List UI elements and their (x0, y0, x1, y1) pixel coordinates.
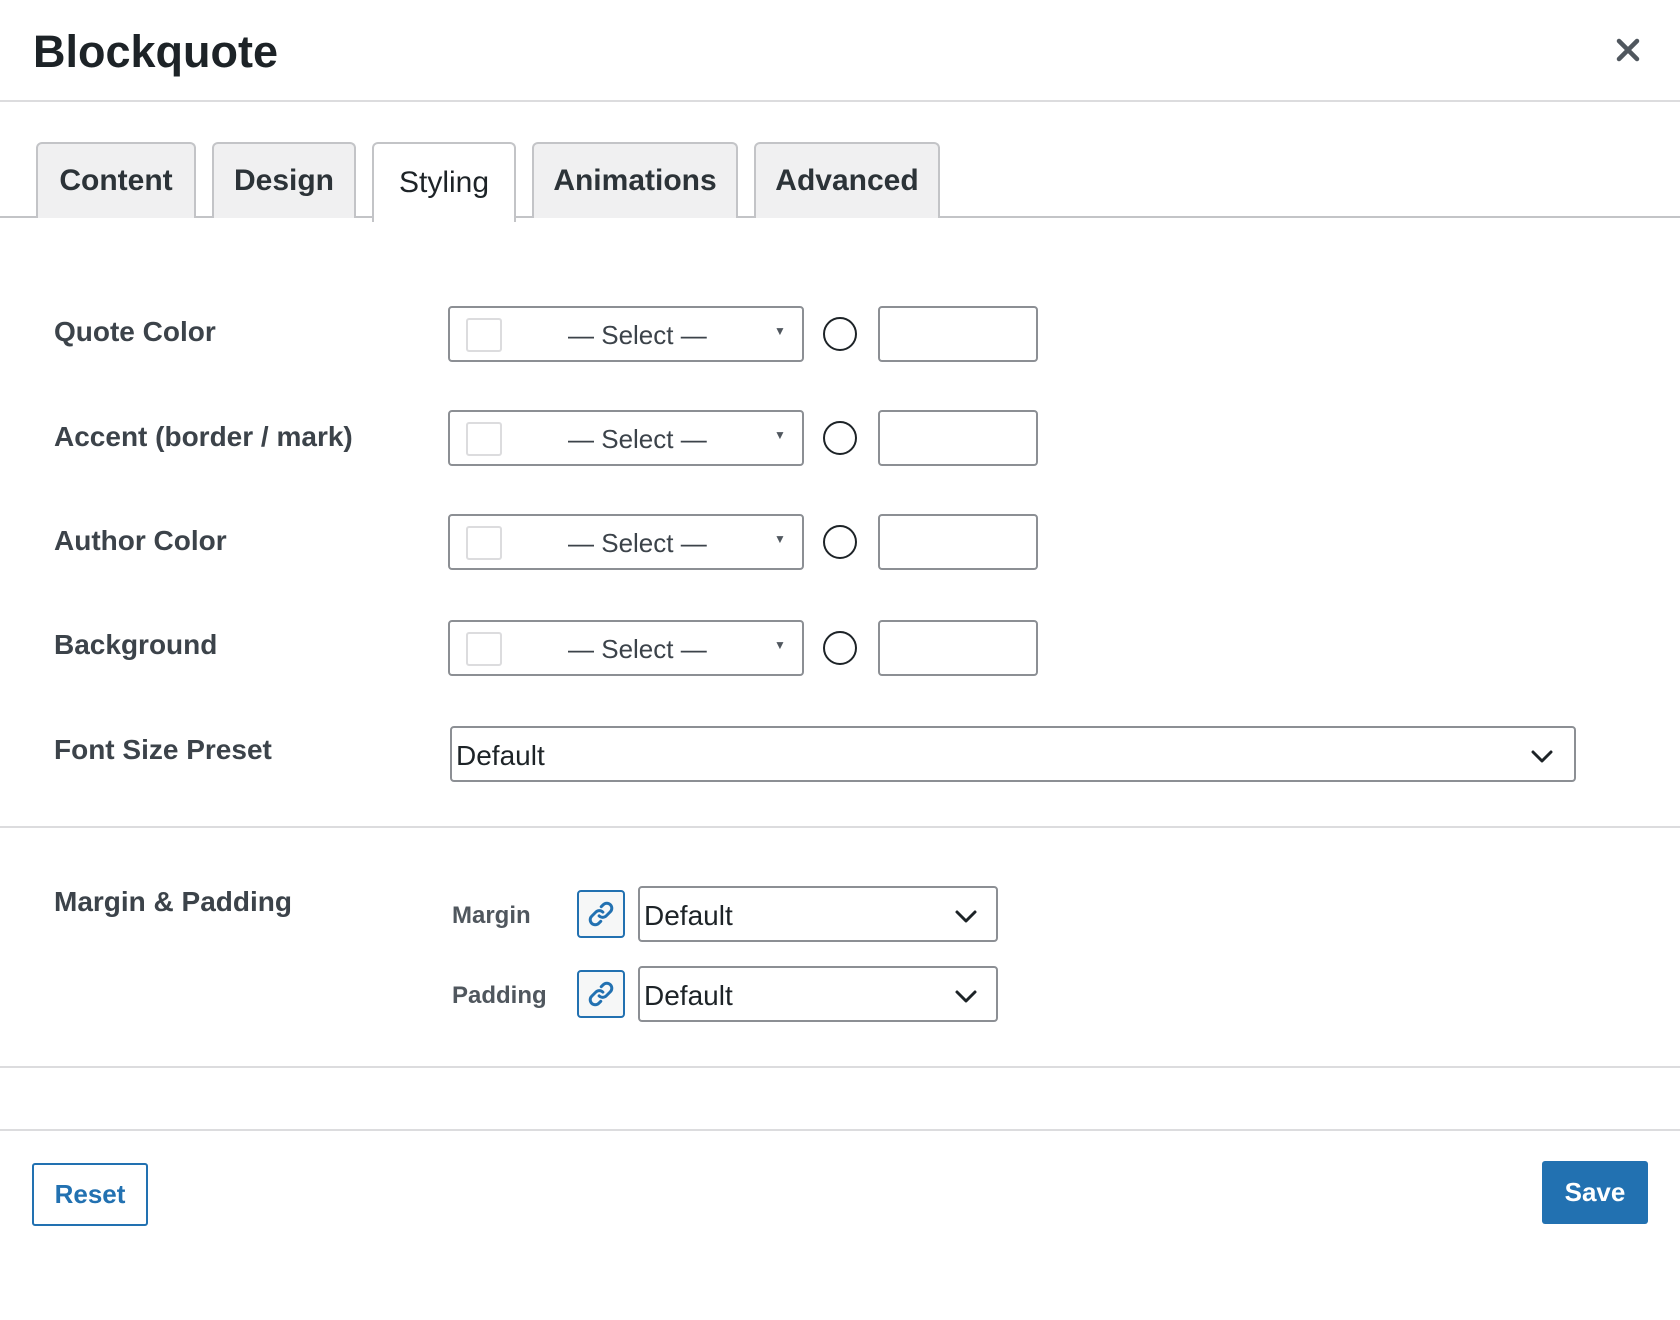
color-swatch (466, 632, 502, 666)
select-placeholder: — Select — (568, 634, 707, 664)
accent-color-select[interactable]: — Select — ▼ (448, 410, 804, 466)
background-color-radio[interactable] (823, 631, 857, 665)
blockquote-dialog: Blockquote Content Design Styling Animat… (0, 0, 1680, 1320)
dialog-header: Blockquote (0, 0, 1680, 102)
font-size-label: Font Size Preset (54, 734, 272, 765)
tab-design[interactable]: Design (212, 142, 356, 218)
close-icon (1616, 38, 1640, 62)
caret-down-icon: ▼ (774, 532, 786, 546)
font-size-select[interactable]: Default (450, 726, 1576, 782)
link-icon (588, 901, 614, 927)
background-color-label: Background (54, 629, 218, 660)
close-button[interactable] (1608, 30, 1648, 70)
margin-label: Margin (452, 902, 531, 929)
author-color-label: Author Color (54, 525, 227, 556)
select-placeholder: — Select — (568, 424, 707, 454)
background-color-select[interactable]: — Select — ▼ (448, 620, 804, 676)
section-divider (0, 1066, 1680, 1068)
tab-bar: Content Design Styling Animations Advanc… (0, 102, 1680, 222)
tab-content[interactable]: Content (36, 142, 196, 218)
link-icon (588, 981, 614, 1007)
dialog-title: Blockquote (33, 26, 279, 77)
author-color-radio[interactable] (823, 525, 857, 559)
color-swatch (466, 318, 502, 352)
tab-animations[interactable]: Animations (532, 142, 738, 218)
accent-color-label: Accent (border / mark) (54, 421, 353, 452)
chevron-down-icon (1531, 750, 1553, 763)
author-color-hex-input[interactable] (878, 514, 1038, 570)
padding-label: Padding (452, 982, 547, 1009)
caret-down-icon: ▼ (774, 638, 786, 652)
section-divider (0, 826, 1680, 828)
padding-link-button[interactable] (577, 970, 625, 1018)
color-swatch (466, 422, 502, 456)
caret-down-icon: ▼ (774, 324, 786, 338)
color-swatch (466, 526, 502, 560)
caret-down-icon: ▼ (774, 428, 786, 442)
select-placeholder: — Select — (568, 528, 707, 558)
save-button[interactable]: Save (1542, 1161, 1648, 1224)
chevron-down-icon (955, 910, 977, 923)
font-size-value: Default (456, 740, 545, 771)
quote-color-label: Quote Color (54, 316, 216, 347)
author-color-select[interactable]: — Select — ▼ (448, 514, 804, 570)
quote-color-radio[interactable] (823, 317, 857, 351)
margin-value: Default (644, 900, 733, 931)
tab-advanced[interactable]: Advanced (754, 142, 940, 218)
margin-select[interactable]: Default (638, 886, 998, 942)
footer-divider (0, 1129, 1680, 1131)
margin-padding-label: Margin & Padding (54, 886, 292, 917)
tab-styling[interactable]: Styling (372, 142, 516, 222)
select-placeholder: — Select — (568, 320, 707, 350)
padding-value: Default (644, 980, 733, 1011)
padding-select[interactable]: Default (638, 966, 998, 1022)
accent-color-radio[interactable] (823, 421, 857, 455)
background-color-hex-input[interactable] (878, 620, 1038, 676)
reset-button[interactable]: Reset (32, 1163, 148, 1226)
accent-color-hex-input[interactable] (878, 410, 1038, 466)
margin-link-button[interactable] (577, 890, 625, 938)
quote-color-select[interactable]: — Select — ▼ (448, 306, 804, 362)
chevron-down-icon (955, 990, 977, 1003)
quote-color-hex-input[interactable] (878, 306, 1038, 362)
